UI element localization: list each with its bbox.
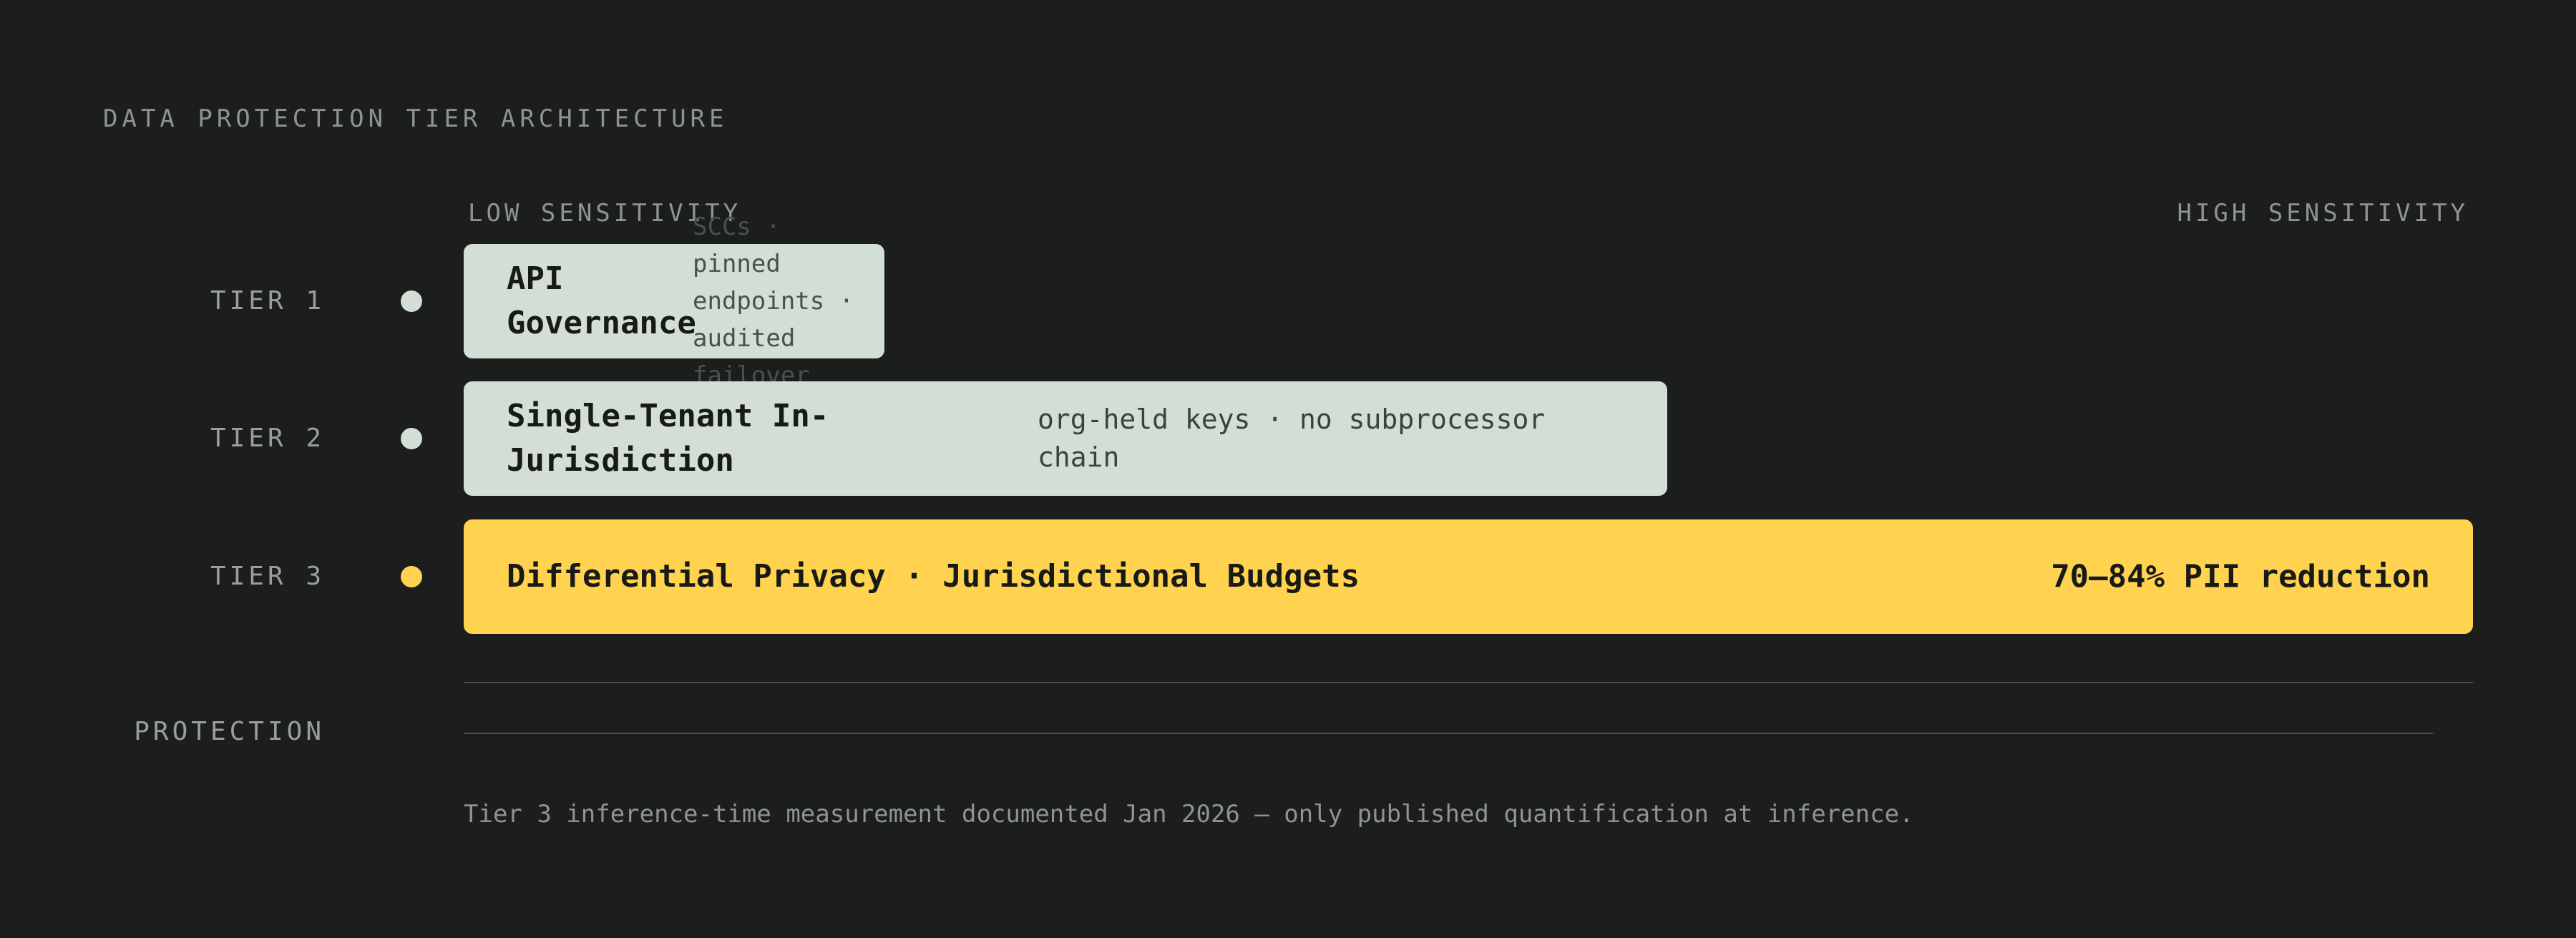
tier-1-name: API Governance — [507, 260, 696, 341]
protection-line — [464, 733, 2433, 734]
footnote: Tier 3 inference-time measurement docume… — [464, 800, 1914, 829]
tier-3-metric: 70–84% PII reduction — [2051, 558, 2430, 595]
tier-2-label: TIER 2 — [210, 424, 325, 453]
divider-line — [464, 682, 2473, 683]
tier-2-detail: org-held keys · no subprocessor chain — [1038, 404, 1546, 473]
protection-label: PROTECTION — [134, 717, 325, 746]
tier-1-dot — [401, 290, 422, 312]
tier-3-name: Differential Privacy · Jurisdictional Bu… — [507, 558, 1360, 595]
tier-2-dot — [401, 428, 422, 449]
tier-2-name: Single-Tenant In-Jurisdiction — [507, 398, 829, 479]
tier-3-bar: Differential Privacy · Jurisdictional Bu… — [464, 519, 2473, 634]
tier-3-label: TIER 3 — [210, 562, 325, 591]
diagram-title: DATA PROTECTION TIER ARCHITECTURE — [103, 104, 728, 133]
tier-3-dot — [401, 566, 422, 587]
axis-high-label: HIGH SENSITIVITY — [2177, 199, 2469, 228]
tier-1-label: TIER 1 — [210, 286, 325, 316]
tier-2-bar: Single-Tenant In-Jurisdiction org-held k… — [464, 381, 1667, 496]
tier-1-detail: SCCs · pinned endpoints · audited failov… — [693, 212, 854, 390]
tier-1-bar: API Governance SCCs · pinned endpoints ·… — [464, 212, 884, 390]
